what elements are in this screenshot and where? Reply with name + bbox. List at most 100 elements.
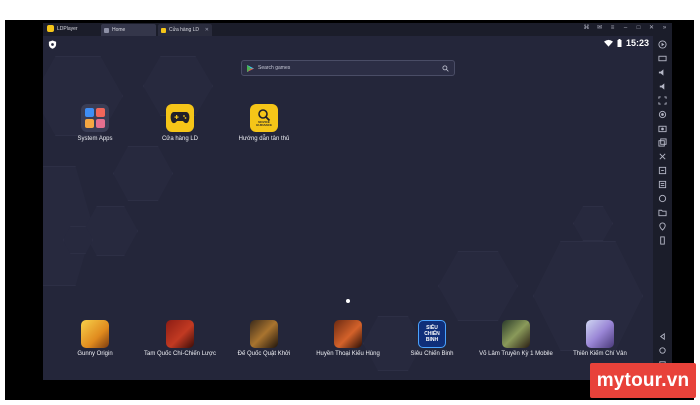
dock-app-vo-lam-truyen-ky[interactable]: Võ Lâm Truyền Kỳ 1 Mobile [471, 320, 561, 357]
back-icon [659, 332, 665, 341]
mytour-watermark: mytour.vn [590, 363, 696, 398]
close-tab-icon[interactable]: ✕ [205, 27, 209, 33]
dock-app-thien-kiem-chi-van[interactable]: Thiên Kiếm Chí Vân [555, 320, 645, 357]
system-apps-icon [81, 104, 109, 132]
record-icon [658, 110, 667, 119]
fullscreen-icon [658, 96, 667, 105]
vo-lam-truyen-ky-icon [502, 320, 530, 348]
tab-home[interactable]: Home [101, 24, 156, 36]
android-home-screen: 15:23 Search games System Apps Cửa hàng … [43, 36, 653, 380]
multi-instance-icon [658, 138, 667, 147]
play-circle-icon [658, 40, 667, 49]
thien-kiem-chi-van-icon [586, 320, 614, 348]
sb-sync[interactable] [657, 180, 668, 189]
novice-guidance-icon-text: NOVICE GUIDANCE [255, 119, 272, 127]
sb-keyboard[interactable] [657, 54, 668, 63]
dock-app-sieu-chien-binh[interactable]: SIÊU CHIẾN BINH Siêu Chiến Binh [387, 320, 477, 357]
app-system-apps[interactable]: System Apps [60, 104, 130, 142]
sync-icon [658, 180, 667, 189]
sieu-chien-binh-icon: SIÊU CHIẾN BINH [418, 320, 446, 348]
sb-record[interactable] [657, 110, 668, 119]
expand-sidebar-icon[interactable]: » [661, 25, 668, 32]
dock-app-de-quoc-quat-khoi[interactable]: Đế Quốc Quật Khởi [219, 320, 309, 357]
sb-rotate[interactable] [657, 236, 668, 245]
sb-home[interactable] [657, 346, 668, 355]
shield-icon [48, 40, 57, 49]
de-quoc-quat-khoi-icon [250, 320, 278, 348]
status-bar: 15:23 [603, 38, 649, 48]
app-novice-guide[interactable]: NOVICE GUIDANCE Hướng dẫn tân thủ [229, 104, 299, 142]
app-label: Huyền Thoại Kiếu Hùng [316, 351, 380, 357]
search-placeholder: Search games [258, 65, 291, 71]
page-indicator [346, 299, 350, 303]
title-bar: LDPlayer Home Cửa hàng LD ✕ ⌘ ✉ ≡ – □ ✕ … [43, 23, 672, 36]
home-icon [104, 27, 109, 33]
app-label: Võ Lâm Truyền Kỳ 1 Mobile [479, 351, 553, 357]
scissors-icon [659, 153, 666, 160]
watermark-text: mytour.vn [596, 369, 690, 391]
sb-folder[interactable] [657, 208, 668, 217]
volume-down-icon [659, 83, 665, 90]
sb-operation[interactable] [657, 152, 668, 161]
screenshot-frame: LDPlayer Home Cửa hàng LD ✕ ⌘ ✉ ≡ – □ ✕ … [0, 0, 700, 405]
search-icon[interactable] [442, 64, 449, 72]
status-time: 15:23 [625, 38, 649, 48]
emulator-sidebar [653, 36, 672, 380]
gamepad-icon[interactable]: ⌘ [583, 25, 590, 32]
screenshot-icon [658, 125, 667, 133]
maximize-icon[interactable]: □ [635, 25, 642, 32]
bg-hexagon [113, 146, 173, 201]
sb-apk[interactable] [657, 166, 668, 175]
mail-icon[interactable]: ✉ [596, 25, 603, 32]
app-label: Cửa hàng LD [161, 136, 199, 142]
sb-multi-instance[interactable] [657, 138, 668, 147]
app-ld-store[interactable]: Cửa hàng LD [145, 104, 215, 142]
play-store-icon [247, 64, 254, 72]
folder-icon [658, 209, 667, 217]
app-label: Đế Quốc Quật Khởi [237, 351, 291, 357]
app-name: LDPlayer [57, 26, 78, 32]
store-icon [161, 27, 166, 33]
novice-guidance-icon: NOVICE GUIDANCE [250, 104, 278, 132]
close-icon[interactable]: ✕ [648, 25, 655, 32]
sb-play[interactable] [657, 40, 668, 49]
app-label: Siêu Chiến Binh [410, 351, 454, 357]
ld-store-gamepad-icon [166, 104, 194, 132]
home-circle-icon [659, 347, 666, 354]
window-controls: ⌘ ✉ ≡ – □ ✕ » [583, 25, 668, 32]
tab-home-label: Home [112, 27, 126, 33]
sb-location[interactable] [657, 222, 668, 231]
sb-shake[interactable] [657, 194, 668, 203]
tab-ld-store[interactable]: Cửa hàng LD ✕ [158, 24, 212, 36]
dock-app-huyen-thoai-kieu-hung[interactable]: Huyền Thoại Kiếu Hùng [303, 320, 393, 357]
huyen-thoai-kieu-hung-icon [334, 320, 362, 348]
app-label: System Apps [77, 136, 113, 142]
battery-icon [617, 39, 622, 47]
sb-screenshot[interactable] [657, 124, 668, 133]
sb-volume-down[interactable] [657, 82, 668, 91]
search-games-input[interactable]: Search games [241, 60, 455, 76]
bg-hexagon [438, 251, 518, 321]
gunny-origin-icon [81, 320, 109, 348]
menu-icon[interactable]: ≡ [609, 25, 616, 32]
dock-app-gunny-origin[interactable]: Gunny Origin [50, 320, 140, 357]
location-icon [659, 222, 666, 231]
app-label: Hướng dẫn tân thủ [238, 136, 290, 142]
minimize-icon[interactable]: – [622, 25, 629, 32]
ldplayer-logo-icon [47, 25, 54, 32]
rotate-icon [658, 194, 667, 203]
dock-app-tam-quoc-chi[interactable]: Tam Quốc Chí-Chiến Lược [135, 320, 225, 357]
sb-back[interactable] [657, 332, 668, 341]
app-label: Tam Quốc Chí-Chiến Lược [144, 351, 216, 357]
rotate-screen-icon [660, 236, 665, 245]
bg-hexagon [83, 206, 138, 256]
app-label: Thiên Kiếm Chí Vân [573, 351, 627, 357]
bg-hexagon [573, 206, 613, 241]
tab-ld-store-label: Cửa hàng LD [169, 27, 200, 33]
apk-icon [658, 166, 667, 175]
icon-text: BINH [425, 337, 439, 343]
app-label: Gunny Origin [77, 351, 113, 357]
keyboard-icon [658, 55, 667, 62]
sb-fullscreen[interactable] [657, 96, 668, 105]
sb-volume-up[interactable] [657, 68, 668, 77]
